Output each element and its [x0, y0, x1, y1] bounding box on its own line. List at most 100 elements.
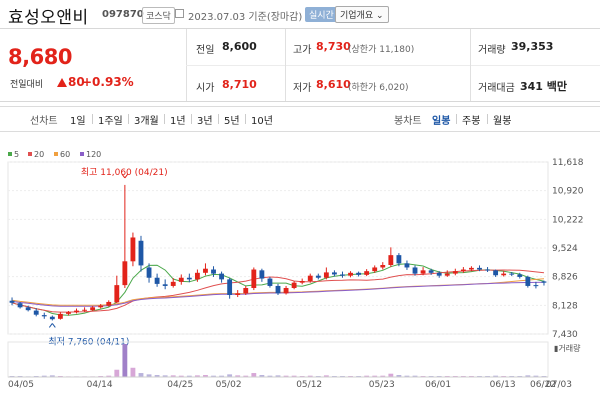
candle-body: [146, 267, 152, 278]
candle-daily-tab[interactable]: 일봉: [432, 112, 450, 127]
realtime-button[interactable]: 실시간: [305, 7, 338, 22]
y-tick-label: 7,430: [552, 330, 578, 340]
x-tick-label: 05/23: [369, 380, 395, 390]
market-badge: 코스닥: [142, 7, 175, 24]
candle-body: [170, 281, 176, 286]
candle-body: [243, 288, 249, 294]
high-value: 8,730: [316, 40, 351, 53]
candle-body: [211, 269, 216, 274]
separator: [218, 114, 219, 124]
prev-close-value: 8,600: [222, 40, 257, 53]
candle-body: [525, 276, 531, 286]
annotations: 최고 11,060 (04/21)최저 7,760 (04/11): [48, 167, 167, 348]
period-3m[interactable]: 3개월: [134, 112, 159, 127]
candle-body: [517, 274, 523, 277]
candle-body: [533, 285, 539, 287]
volume-value: 39,353: [511, 40, 554, 53]
divider: [470, 29, 471, 101]
candle-body: [114, 285, 120, 303]
candle-monthly-tab[interactable]: 월봉: [493, 112, 511, 127]
candle-body: [404, 263, 410, 268]
separator: [487, 114, 488, 124]
candle-body: [186, 277, 192, 280]
candle-body: [227, 279, 233, 295]
y-tick-label: 10,920: [552, 187, 584, 197]
candle-body: [388, 255, 394, 266]
period-1y[interactable]: 1년: [170, 112, 186, 127]
period-10y[interactable]: 10년: [251, 112, 273, 127]
quote-panel: 8,680 전일대비 80 +0.93% 전일 8,600 고가 8,730 (…: [0, 28, 600, 102]
candle-body: [348, 272, 353, 276]
candle-body: [477, 267, 482, 270]
period-3y[interactable]: 3년: [197, 112, 213, 127]
company-overview-button[interactable]: 기업개요 ⌄: [335, 6, 389, 23]
separator: [245, 114, 246, 124]
period-1d[interactable]: 1일: [70, 112, 86, 127]
volume-bar: [251, 373, 257, 377]
stock-chart[interactable]: 5 20 60 120 최고 11,060 (04/21)최저 7,760 (04/1…: [0, 132, 600, 409]
divider: [186, 65, 600, 66]
line-chart-label: 선차트: [30, 116, 58, 127]
candle-body: [493, 270, 499, 276]
candle-body: [162, 284, 168, 286]
y-tick-label: 8,826: [552, 273, 578, 283]
candle-body: [307, 275, 313, 282]
volume-bar: [138, 373, 144, 377]
y-tick-label: 10,222: [552, 215, 584, 225]
candle-body: [49, 316, 55, 320]
separator: [128, 114, 129, 124]
chart-toolbar: 선차트 1일 1주일 3개월 1년 3년 5년 10년 봉차트 일봉 주봉 월봉: [0, 106, 600, 132]
x-tick-label: 05/12: [296, 380, 322, 390]
low-label: 저가: [293, 83, 312, 94]
volume-bar: [114, 369, 120, 377]
stock-code: 097870: [102, 9, 144, 20]
candle-body: [251, 269, 257, 289]
candle-body: [194, 272, 200, 280]
candle-body: [428, 270, 434, 273]
y-axis: 11,618 10,920 10,222 9,524 8,826 8,128 7,430: [552, 158, 584, 340]
candle-body: [17, 303, 23, 308]
candle-body: [380, 265, 386, 268]
candle-body: [178, 277, 184, 282]
divider: [285, 29, 286, 101]
y-tick-label: 8,128: [552, 301, 578, 311]
candle-body: [9, 300, 15, 303]
x-axis: 04/05 04/14 04/25 05/02 05/12 05/23 06/01 06/13…: [8, 376, 572, 390]
high-label: 고가: [293, 45, 312, 56]
period-5y[interactable]: 5년: [224, 112, 240, 127]
amount-value: 341 백만: [520, 80, 568, 93]
candle-body: [154, 277, 160, 284]
candle-body: [469, 267, 474, 270]
x-tick-label: 06/01: [425, 380, 451, 390]
candle-body: [372, 267, 378, 272]
period-1w[interactable]: 1주일: [98, 112, 123, 127]
legend-label-5: 5: [14, 150, 19, 159]
candles: [9, 184, 547, 321]
volume-label: 거래량: [478, 45, 506, 56]
candle-body: [122, 261, 128, 286]
candle-body: [315, 275, 321, 278]
candle-body: [130, 237, 136, 262]
volume-bar: [130, 367, 136, 377]
candle-body: [299, 281, 305, 283]
candle-body: [41, 315, 47, 317]
candle-body: [82, 309, 87, 311]
candle-body: [138, 240, 144, 266]
legend-label-60: 60: [60, 150, 70, 159]
change-percent: +0.93%: [82, 75, 134, 89]
up-triangle-icon: [57, 78, 67, 87]
open-label: 시가: [196, 83, 215, 94]
stock-name: 효성오앤비: [8, 8, 89, 28]
x-tick-label: 04/25: [167, 380, 193, 390]
x-tick-label: 05/02: [216, 380, 242, 390]
candle-body: [33, 310, 39, 315]
candle-weekly-tab[interactable]: 주봉: [462, 112, 480, 127]
x-tick-label: 06/13: [490, 380, 516, 390]
separator: [164, 114, 165, 124]
candle-body: [66, 312, 71, 314]
candle-body: [106, 301, 112, 306]
legend-label-120: 120: [86, 150, 101, 159]
volume-bar: [122, 344, 128, 377]
candle-body: [501, 273, 507, 276]
candle-body: [283, 288, 289, 294]
